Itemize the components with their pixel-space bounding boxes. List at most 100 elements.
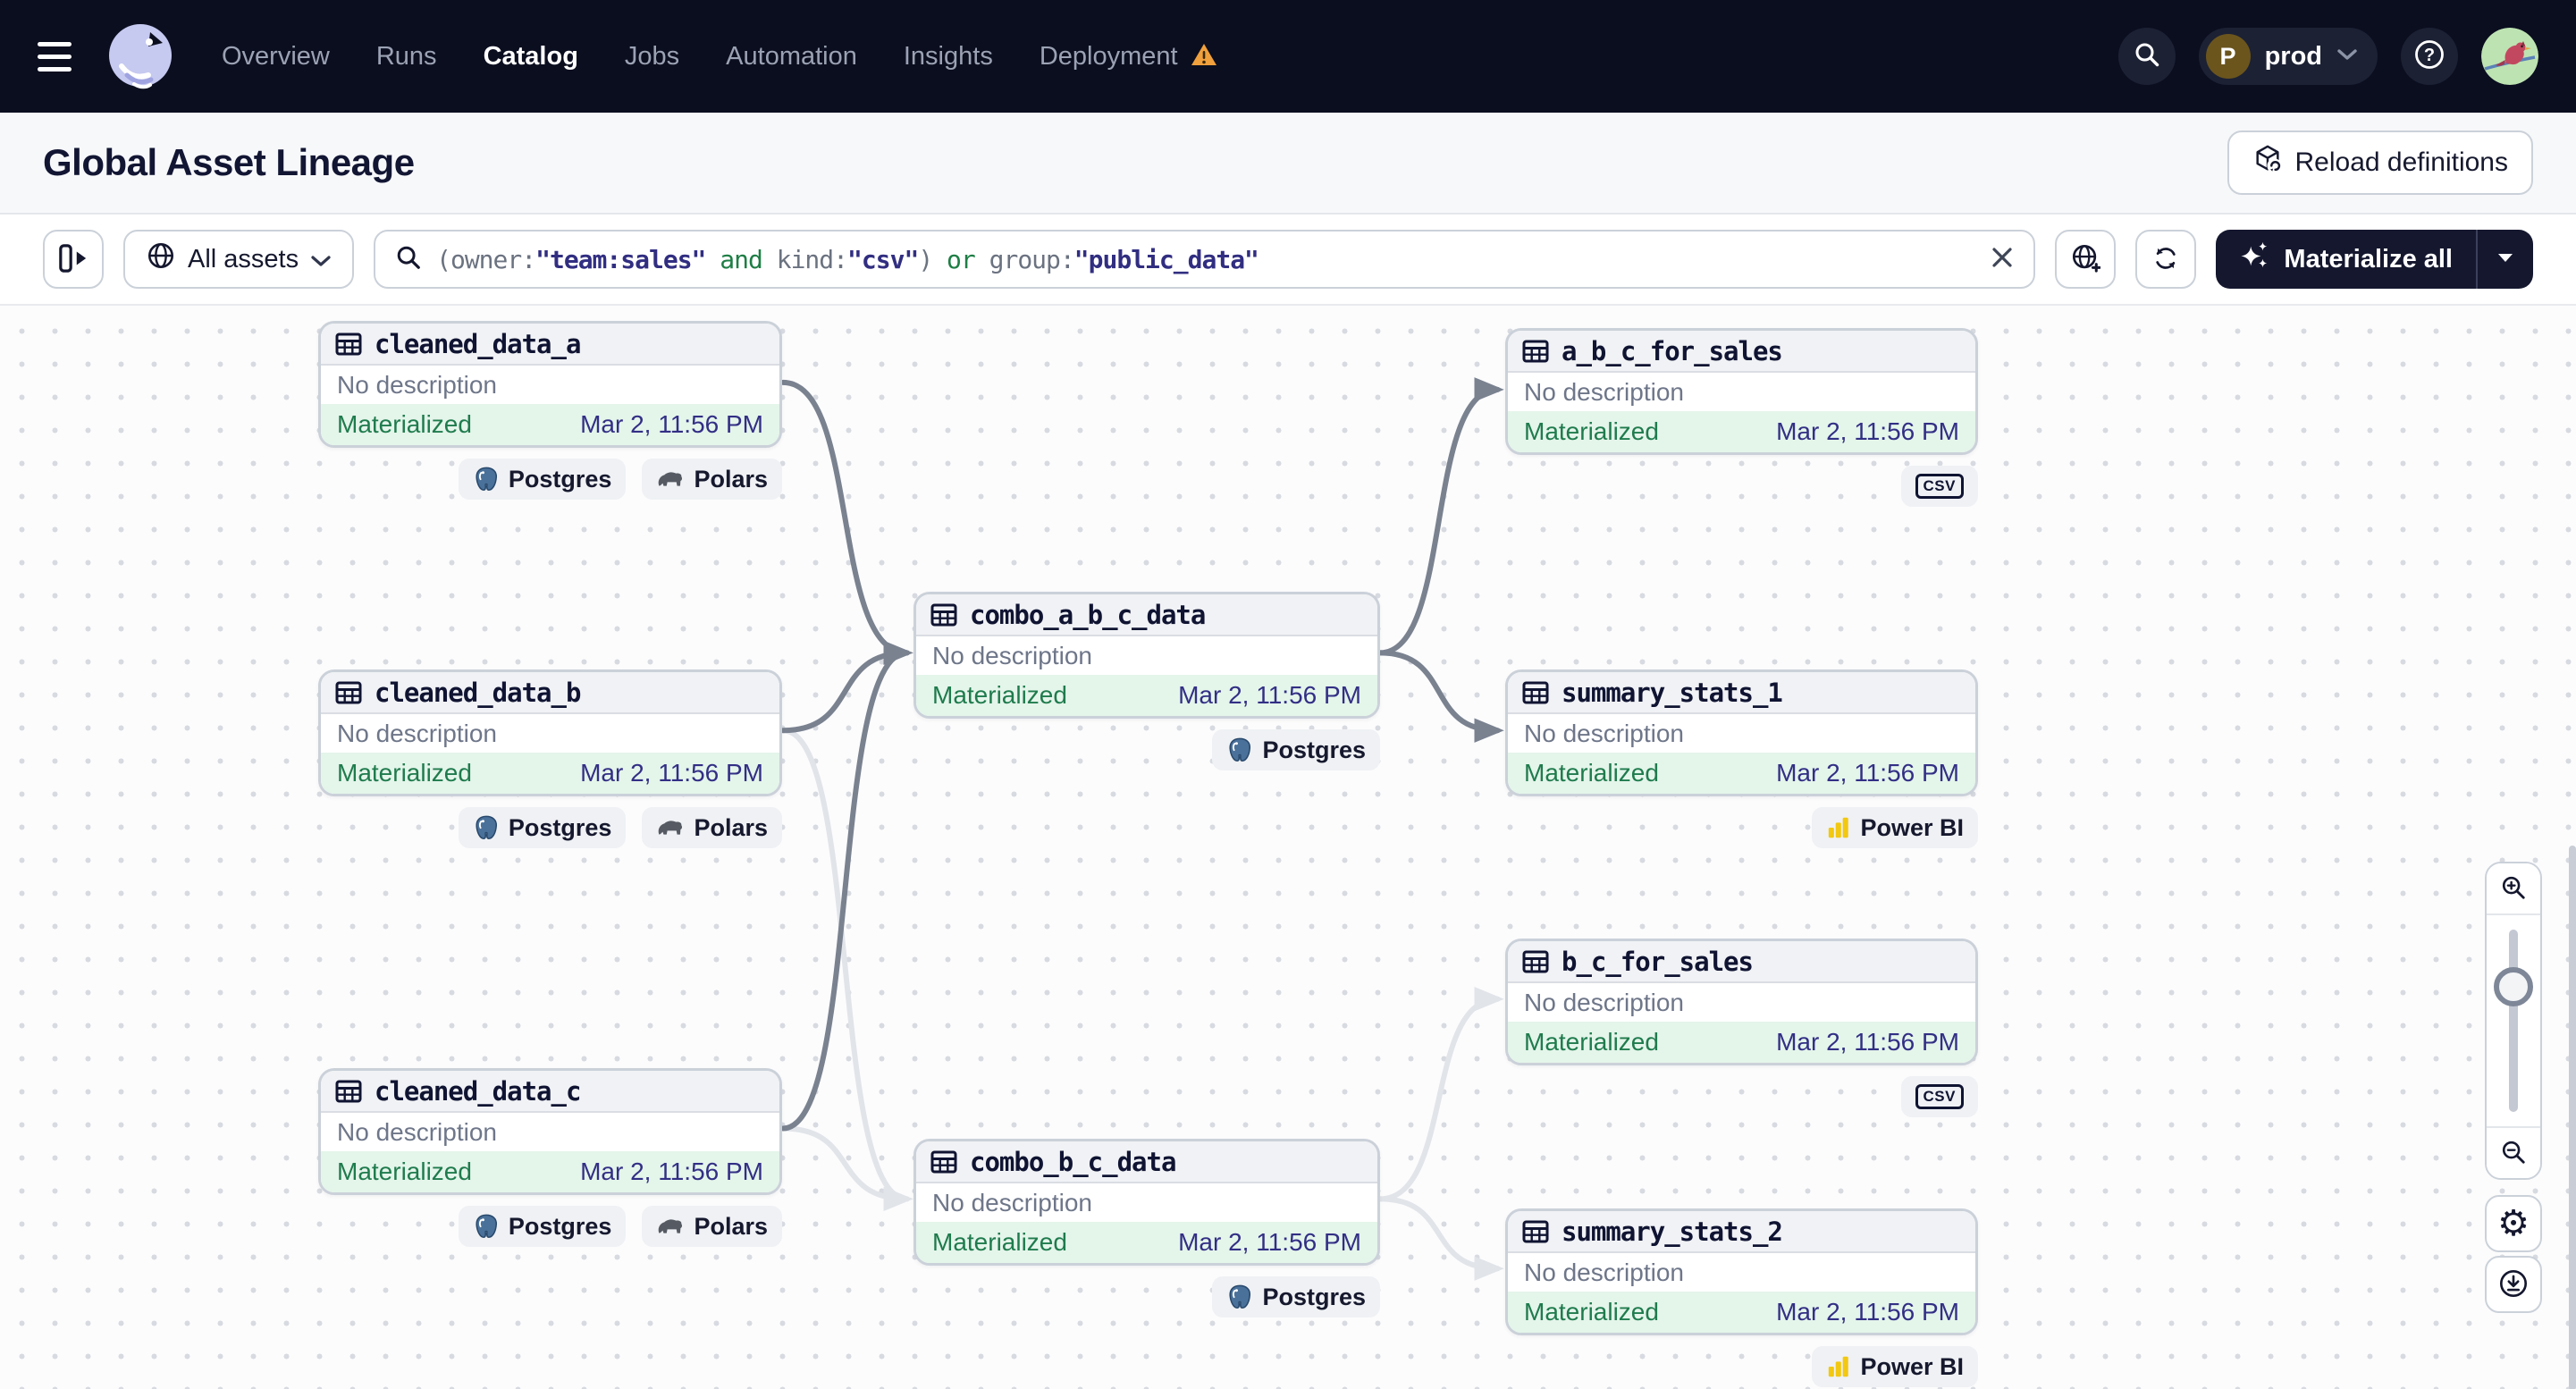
asset-node-cleaned_data_c[interactable]: cleaned_data_c No description Materialized… bbox=[318, 1068, 782, 1195]
table-icon bbox=[930, 1149, 957, 1175]
asset-status: Materialized bbox=[337, 410, 472, 438]
nav-automation[interactable]: Automation bbox=[726, 42, 857, 72]
asset-tag-row: CSV bbox=[1505, 1076, 1978, 1117]
tag-power-bi[interactable]: Power BI bbox=[1812, 807, 1978, 848]
hamburger-menu-icon[interactable] bbox=[38, 41, 73, 72]
open-left-panel-button[interactable] bbox=[43, 230, 104, 289]
asset-selection-globe-button[interactable] bbox=[2055, 230, 2117, 289]
asset-status-bar: Materialized Mar 2, 11:56 PM bbox=[1508, 1022, 1975, 1063]
asset-status-bar: Materialized Mar 2, 11:56 PM bbox=[916, 1222, 1377, 1263]
asset-tag-row: Postgres bbox=[913, 1276, 1380, 1317]
asset-name: summary_stats_2 bbox=[1562, 1216, 1783, 1247]
tag-polars[interactable]: Polars bbox=[642, 807, 782, 848]
asset-node-summary_stats_2[interactable]: summary_stats_2 No description Materialize… bbox=[1505, 1208, 1978, 1335]
tag-postgres[interactable]: Postgres bbox=[1212, 1276, 1380, 1317]
asset-name: a_b_c_for_sales bbox=[1562, 335, 1783, 366]
edge-combo_b_c_data-to-b_c_for_sales bbox=[1376, 987, 1504, 1202]
tag-power-bi[interactable]: Power BI bbox=[1812, 1346, 1978, 1387]
edge-combo_b_c_data-to-summary_stats_2 bbox=[1376, 1196, 1504, 1281]
graph-settings-button[interactable]: ⚙ bbox=[2485, 1195, 2542, 1252]
tag-postgres[interactable]: Postgres bbox=[458, 459, 627, 500]
asset-node-header: summary_stats_2 bbox=[1508, 1211, 1975, 1253]
tag-postgres[interactable]: Postgres bbox=[458, 807, 627, 848]
warning-icon bbox=[1191, 42, 1217, 72]
asset-status: Materialized bbox=[932, 1228, 1067, 1256]
tag-csv[interactable]: CSV bbox=[1900, 466, 1978, 507]
zoom-slider-track bbox=[2509, 930, 2518, 1112]
user-avatar[interactable] bbox=[2481, 28, 2538, 85]
nav-catalog[interactable]: Catalog bbox=[484, 42, 578, 72]
canvas-scrollbar[interactable] bbox=[2569, 846, 2576, 1389]
tag-postgres[interactable]: Postgres bbox=[1212, 729, 1380, 770]
asset-node-a_b_c_for_sales[interactable]: a_b_c_for_sales No description Materialize… bbox=[1505, 328, 1978, 455]
asset-filter-input[interactable]: (owner:"team:sales" and kind:"csv") or g… bbox=[374, 230, 2036, 289]
clear-filter-icon[interactable] bbox=[1991, 246, 2014, 274]
nav-deployment[interactable]: Deployment bbox=[1040, 42, 1178, 72]
asset-node-header: b_c_for_sales bbox=[1508, 941, 1975, 983]
reload-definitions-button[interactable]: Reload definitions bbox=[2227, 130, 2533, 195]
deployment-switcher[interactable]: P prod bbox=[2198, 28, 2378, 85]
zoom-out-icon bbox=[2500, 1139, 2527, 1168]
zoom-slider-thumb[interactable] bbox=[2494, 967, 2533, 1006]
help-button[interactable]: ? bbox=[2401, 28, 2458, 85]
asset-name: combo_b_c_data bbox=[970, 1146, 1176, 1177]
asset-node-b_c_for_sales[interactable]: b_c_for_sales No description Materialized M… bbox=[1505, 939, 1978, 1065]
filter-query-text: (owner:"team:sales" and kind:"csv") or g… bbox=[436, 244, 1259, 274]
asset-status-bar: Materialized Mar 2, 11:56 PM bbox=[1508, 753, 1975, 794]
panel-expand-icon bbox=[58, 243, 88, 276]
asset-node-combo_b_c_data[interactable]: combo_b_c_data No description Materialized… bbox=[913, 1139, 1380, 1266]
caret-down-icon bbox=[2497, 251, 2513, 267]
lineage-canvas[interactable]: ⚙ cleaned_data_a No description Materializ… bbox=[0, 304, 2576, 1389]
dagster-logo[interactable] bbox=[104, 20, 177, 93]
table-icon bbox=[335, 1078, 362, 1105]
asset-timestamp: Mar 2, 11:56 PM bbox=[1776, 1028, 1959, 1056]
materialize-options-button[interactable] bbox=[2478, 230, 2533, 289]
materialize-all-button[interactable]: Materialize all bbox=[2216, 230, 2476, 289]
asset-node-cleaned_data_b[interactable]: cleaned_data_b No description Materialized… bbox=[318, 669, 782, 796]
csv-icon: CSV bbox=[1915, 1084, 1964, 1109]
refresh-graph-button[interactable] bbox=[2135, 230, 2197, 289]
gear-icon: ⚙ bbox=[2497, 1203, 2530, 1244]
filter-bar: All assets (owner:"team:sales" and kind:… bbox=[0, 215, 2576, 304]
postgres-icon bbox=[1226, 1284, 1253, 1310]
nav-runs[interactable]: Runs bbox=[376, 42, 437, 72]
asset-status-bar: Materialized Mar 2, 11:56 PM bbox=[321, 753, 779, 794]
asset-tag-row: Postgres bbox=[913, 729, 1380, 770]
asset-status: Materialized bbox=[1524, 759, 1659, 787]
asset-node-header: cleaned_data_a bbox=[321, 324, 779, 366]
postgres-icon bbox=[473, 466, 500, 492]
asset-scope-selector[interactable]: All assets bbox=[123, 230, 355, 289]
search-button[interactable] bbox=[2117, 28, 2176, 85]
table-icon bbox=[930, 602, 957, 628]
page-title: Global Asset Lineage bbox=[43, 141, 415, 183]
tag-polars[interactable]: Polars bbox=[642, 459, 782, 500]
zoom-in-button[interactable] bbox=[2487, 863, 2540, 913]
asset-timestamp: Mar 2, 11:56 PM bbox=[580, 759, 763, 787]
asset-status-bar: Materialized Mar 2, 11:56 PM bbox=[1508, 1292, 1975, 1333]
asset-node-summary_stats_1[interactable]: summary_stats_1 No description Materialize… bbox=[1505, 669, 1978, 796]
deployment-initial-badge: P bbox=[2205, 34, 2251, 79]
zoom-slider[interactable] bbox=[2487, 913, 2540, 1128]
asset-status: Materialized bbox=[337, 759, 472, 787]
nav-overview[interactable]: Overview bbox=[222, 42, 330, 72]
asset-node-header: combo_a_b_c_data bbox=[916, 594, 1377, 636]
asset-node-header: cleaned_data_b bbox=[321, 672, 779, 714]
asset-tag-row: CSV bbox=[1505, 466, 1978, 507]
tag-polars[interactable]: Polars bbox=[642, 1206, 782, 1247]
polars-icon bbox=[656, 818, 685, 838]
nav-jobs[interactable]: Jobs bbox=[625, 42, 679, 72]
polars-icon bbox=[656, 469, 685, 489]
edge-cleaned_data_a-to-combo_a_b_c_data bbox=[779, 379, 913, 666]
nav-insights[interactable]: Insights bbox=[904, 42, 993, 72]
asset-node-cleaned_data_a[interactable]: cleaned_data_a No description Materialized… bbox=[318, 321, 782, 448]
tag-csv[interactable]: CSV bbox=[1900, 1076, 1978, 1117]
zoom-out-button[interactable] bbox=[2487, 1128, 2540, 1178]
download-image-button[interactable] bbox=[2485, 1256, 2542, 1313]
asset-description: No description bbox=[1524, 988, 1684, 1016]
asset-name: cleaned_data_c bbox=[375, 1075, 581, 1107]
asset-node-combo_a_b_c_data[interactable]: combo_a_b_c_data No description Materializ… bbox=[913, 592, 1380, 719]
globe-add-icon bbox=[2070, 243, 2101, 276]
tag-postgres[interactable]: Postgres bbox=[458, 1206, 627, 1247]
top-nav: Overview Runs Catalog Jobs Automation In… bbox=[0, 0, 2576, 113]
asset-name: b_c_for_sales bbox=[1562, 946, 1754, 977]
